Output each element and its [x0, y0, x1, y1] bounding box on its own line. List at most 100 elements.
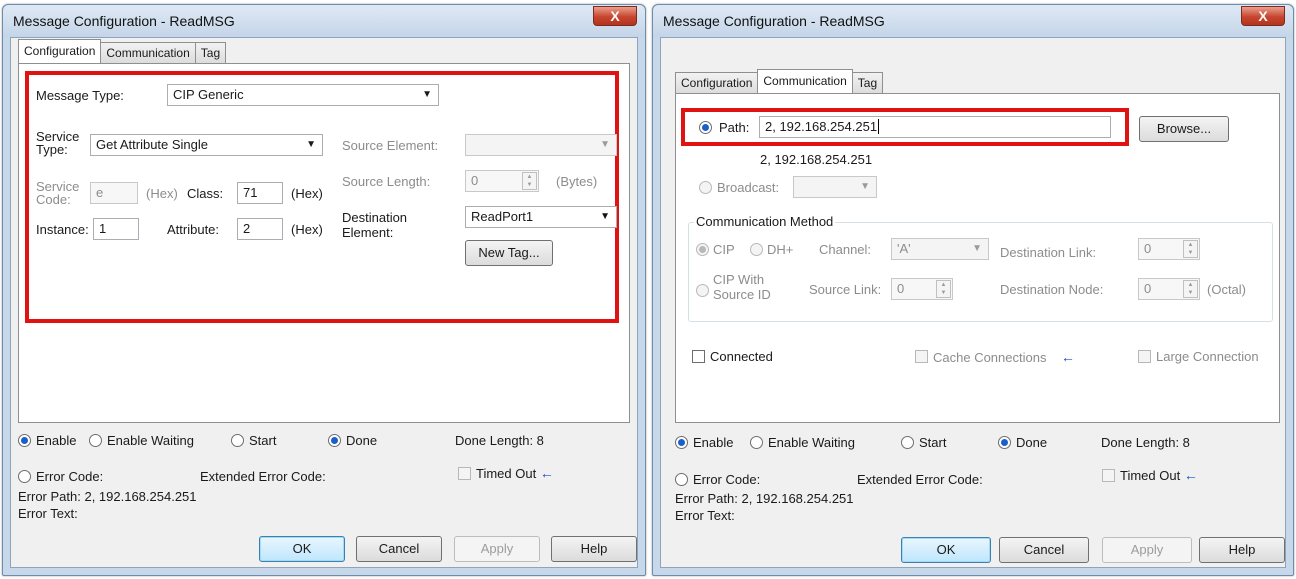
- source-length-stepper[interactable]: 0 ▲ ▼: [465, 170, 539, 192]
- channel-select[interactable]: 'A' ▼: [891, 238, 989, 260]
- spinner-icon[interactable]: ▲ ▼: [1183, 240, 1198, 258]
- destination-element-value: ReadPort1: [471, 209, 534, 224]
- instance-field[interactable]: 1: [93, 218, 139, 240]
- enable-waiting-label: Enable Waiting: [107, 433, 194, 448]
- enable-waiting-label: Enable Waiting: [768, 435, 855, 450]
- chevron-down-icon: ▼: [422, 89, 432, 100]
- right-dialog-window: Message Configuration - ReadMSG X Config…: [652, 4, 1294, 576]
- broadcast-radio[interactable]: [699, 181, 712, 194]
- destination-link-label: Destination Link:: [1000, 245, 1097, 260]
- arrow-left-icon: ←: [1060, 349, 1075, 365]
- large-connection-label: Large Connection: [1156, 349, 1259, 364]
- class-label: Class:: [187, 186, 224, 201]
- cip-label: CIP: [713, 242, 735, 257]
- start-indicator: [901, 436, 914, 449]
- close-icon[interactable]: X: [593, 6, 637, 26]
- source-element-select[interactable]: ▼: [465, 134, 617, 156]
- error-code-indicator: [18, 470, 31, 483]
- title-bar[interactable]: Message Configuration - ReadMSG X: [3, 5, 645, 37]
- message-type-select[interactable]: CIP Generic ▼: [167, 84, 439, 106]
- service-type-value: Get Attribute Single: [96, 137, 209, 152]
- done-length-label: Done Length: 8: [455, 433, 544, 448]
- dh-plus-radio[interactable]: [750, 243, 763, 256]
- source-link-stepper[interactable]: 0 ▲ ▼: [891, 278, 953, 300]
- service-code-label: Service Code:: [36, 179, 80, 207]
- cancel-button[interactable]: Cancel: [356, 536, 442, 562]
- apply-button[interactable]: Apply: [454, 536, 540, 562]
- cip-with-source-id-label: CIP With Source ID: [713, 272, 771, 302]
- timed-out-checkbox: [1102, 469, 1115, 482]
- message-type-value: CIP Generic: [173, 87, 244, 102]
- tab-communication[interactable]: Communication: [100, 42, 196, 63]
- cache-connections-checkbox[interactable]: [915, 350, 928, 363]
- tab-tag[interactable]: Tag: [194, 42, 227, 63]
- service-type-select[interactable]: Get Attribute Single ▼: [90, 134, 323, 156]
- tab-communication[interactable]: Communication: [757, 69, 853, 93]
- hex-label: (Hex): [291, 186, 323, 201]
- ok-button[interactable]: OK: [901, 537, 991, 563]
- bytes-label: (Bytes): [556, 174, 598, 189]
- tab-tag[interactable]: Tag: [851, 72, 884, 93]
- spinner-icon[interactable]: ▲ ▼: [522, 172, 537, 190]
- help-button[interactable]: Help: [1199, 537, 1285, 563]
- browse-button[interactable]: Browse...: [1139, 116, 1229, 142]
- service-type-label: Service Type:: [36, 129, 80, 157]
- extended-error-code-label: Extended Error Code:: [857, 472, 983, 487]
- enable-label: Enable: [36, 433, 77, 448]
- path-input[interactable]: 2, 192.168.254.251: [759, 116, 1111, 138]
- timed-out-label: Timed Out ←: [1120, 467, 1198, 483]
- enable-indicator: [675, 436, 688, 449]
- start-indicator: [231, 434, 244, 447]
- timed-out-label: Timed Out ←: [476, 465, 554, 481]
- source-element-label: Source Element:: [342, 138, 439, 153]
- destination-element-select[interactable]: ReadPort1 ▼: [465, 206, 617, 228]
- path-radio[interactable]: [699, 121, 712, 134]
- cip-with-source-id-radio[interactable]: [696, 284, 709, 297]
- enable-waiting-indicator: [89, 434, 102, 447]
- extended-error-code-label: Extended Error Code:: [200, 469, 326, 484]
- service-code-field[interactable]: e: [90, 182, 138, 204]
- close-icon[interactable]: X: [1241, 6, 1285, 26]
- cip-radio[interactable]: [696, 243, 709, 256]
- error-code-label: Error Code:: [36, 469, 104, 484]
- window-title: Message Configuration - ReadMSG: [663, 13, 885, 29]
- large-connection-checkbox[interactable]: [1138, 350, 1151, 363]
- class-field[interactable]: 71: [237, 182, 283, 204]
- start-label: Start: [919, 435, 947, 450]
- start-label: Start: [249, 433, 277, 448]
- new-tag-button[interactable]: New Tag...: [465, 240, 553, 266]
- ok-button[interactable]: OK: [259, 536, 345, 562]
- help-button[interactable]: Help: [551, 536, 637, 562]
- configuration-panel: Message Type: CIP Generic ▼ Service Type:…: [18, 63, 630, 423]
- done-label: Done: [346, 433, 378, 448]
- error-text-label: Error Text:: [675, 508, 735, 523]
- tab-configuration[interactable]: Configuration: [675, 72, 759, 93]
- done-length-label: Done Length: 8: [1101, 435, 1190, 450]
- title-bar[interactable]: Message Configuration - ReadMSG X: [653, 5, 1293, 37]
- communication-panel: Path: 2, 192.168.254.251 Browse... 2, 19…: [675, 93, 1280, 423]
- attribute-field[interactable]: 2: [237, 218, 283, 240]
- cancel-button[interactable]: Cancel: [999, 537, 1089, 563]
- tab-configuration[interactable]: Configuration: [18, 39, 102, 63]
- spinner-icon[interactable]: ▲ ▼: [1183, 280, 1198, 298]
- octal-label: (Octal): [1207, 282, 1246, 297]
- connected-label: Connected: [710, 349, 773, 364]
- broadcast-select[interactable]: ▼: [793, 176, 877, 198]
- error-text-label: Error Text:: [18, 506, 78, 521]
- cache-connections-label: Cache Connections ←: [933, 349, 1075, 365]
- destination-link-stepper[interactable]: 0 ▲ ▼: [1138, 238, 1200, 260]
- spinner-icon[interactable]: ▲ ▼: [936, 280, 951, 298]
- arrow-left-icon: ←: [539, 465, 554, 481]
- communication-method-label: Communication Method: [694, 214, 836, 229]
- destination-node-stepper[interactable]: 0 ▲ ▼: [1138, 278, 1200, 300]
- path-label: Path:: [719, 120, 750, 135]
- message-type-label: Message Type:: [36, 88, 124, 103]
- connected-checkbox[interactable]: [692, 350, 705, 363]
- enable-waiting-indicator: [750, 436, 763, 449]
- done-label: Done: [1016, 435, 1048, 450]
- broadcast-label: Broadcast:: [717, 180, 780, 195]
- error-path-label: Error Path: 2, 192.168.254.251: [18, 489, 197, 504]
- source-link-label: Source Link:: [809, 282, 882, 297]
- channel-label: Channel:: [819, 242, 872, 257]
- apply-button[interactable]: Apply: [1102, 537, 1192, 563]
